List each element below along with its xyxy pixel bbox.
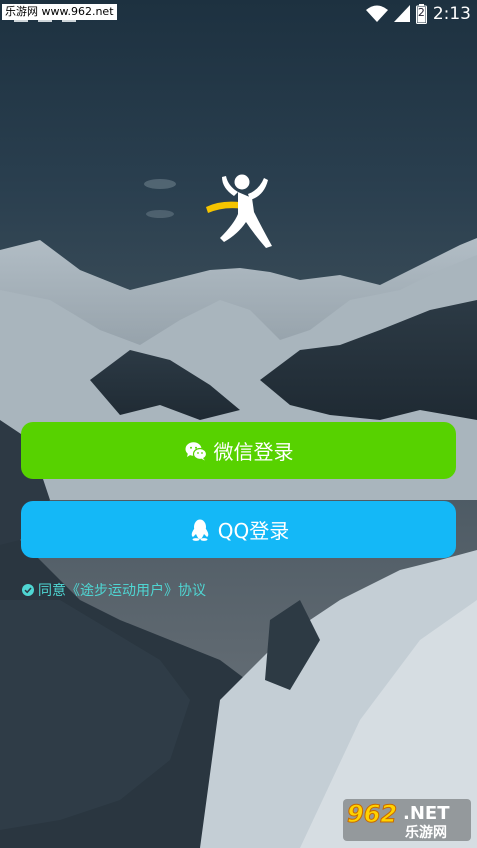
site-watermark-top: 乐游网 www.962.net — [2, 4, 117, 20]
battery-level: 2 — [417, 6, 425, 19]
qq-login-button[interactable]: QQ登录 — [21, 501, 456, 558]
notification-dashes-icon — [14, 20, 76, 22]
battery-icon: 2 — [415, 4, 427, 24]
site-watermark-logo: 962 .NET 乐游网 — [343, 799, 471, 841]
signal-icon — [393, 5, 410, 22]
wechat-icon — [184, 439, 208, 463]
watermark-site-name: 乐游网 — [405, 824, 447, 841]
check-circle-icon[interactable] — [22, 584, 34, 596]
wechat-login-button[interactable]: 微信登录 — [21, 422, 456, 479]
wechat-login-label: 微信登录 — [213, 440, 294, 464]
status-icons: 2 2:13 — [365, 3, 471, 25]
watermark-brand: 962 — [347, 800, 397, 828]
status-time: 2:13 — [432, 4, 471, 24]
login-screen: 乐游网 www.962.net 2 2:13 微信登录 QQ登录 同意《途步运动… — [0, 0, 477, 848]
watermark-suffix: .NET — [403, 803, 450, 824]
qq-login-label: QQ登录 — [217, 519, 290, 543]
wifi-icon — [365, 5, 388, 22]
agreement-text[interactable]: 同意《途步运动用户》协议 — [38, 580, 206, 600]
agreement-row[interactable]: 同意《途步运动用户》协议 — [22, 580, 206, 600]
qq-penguin-icon — [188, 518, 212, 542]
status-bar: 乐游网 www.962.net 2 2:13 — [0, 0, 477, 28]
runner-logo-icon — [206, 174, 272, 248]
